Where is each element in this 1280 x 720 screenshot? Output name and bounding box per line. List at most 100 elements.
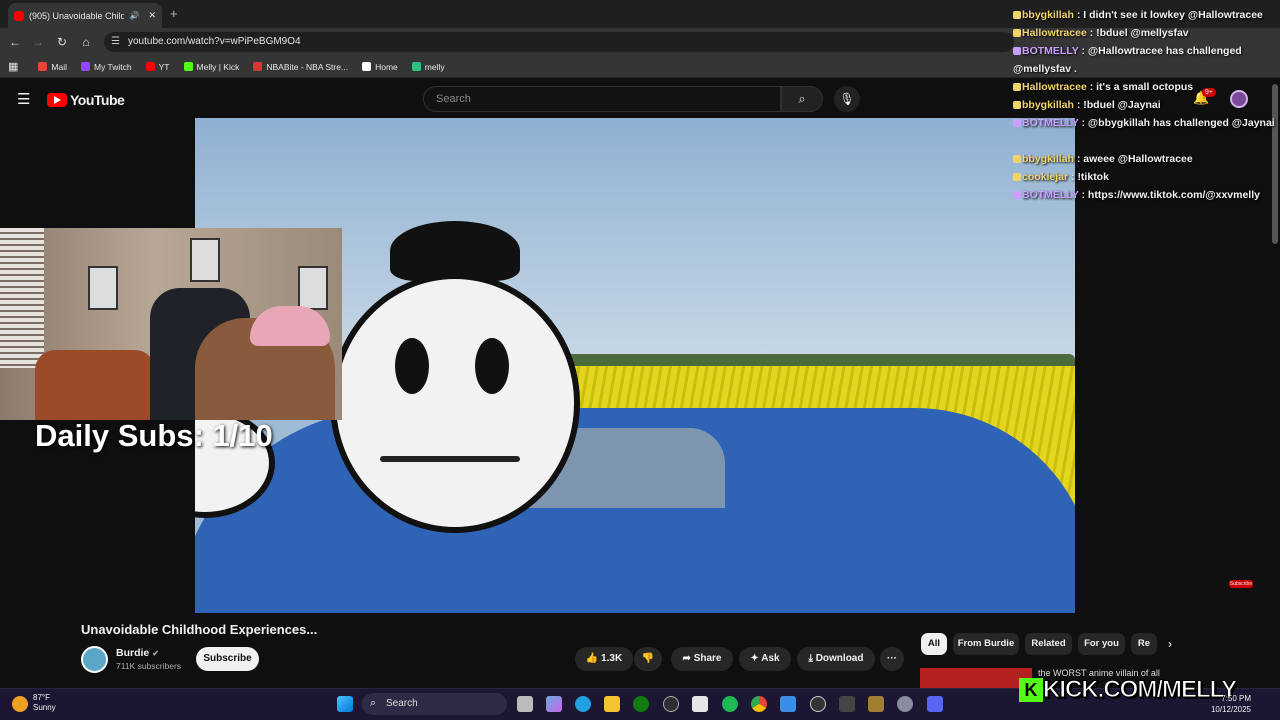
chat-text: : https://www.tiktok.com/@xxvmelly [1078, 189, 1260, 201]
app-gallery-icon[interactable] [868, 696, 884, 712]
webcam-pink-bonnet [250, 306, 330, 346]
channel-avatar[interactable] [81, 646, 108, 673]
tab-audio-icon[interactable]: 🔊 [129, 11, 139, 20]
webcam-poster [88, 266, 118, 310]
cartoon-hair [390, 221, 520, 281]
search-input[interactable]: Search [423, 86, 781, 112]
streamer-webcam [0, 228, 342, 420]
webcam-couch [35, 350, 155, 420]
chat-username: Hallowtracee [1022, 27, 1087, 39]
spotify-icon[interactable] [722, 696, 738, 712]
related-video-thumbnail[interactable] [920, 668, 1032, 690]
bookmark-melly[interactable]: melly [411, 62, 445, 72]
home-icon[interactable]: ⌂ [75, 35, 97, 49]
obs-icon[interactable] [663, 696, 679, 712]
browser-tab[interactable]: (905) Unavoidable Childhoo 🔊 ✕ [8, 3, 162, 28]
task-view-icon[interactable] [517, 696, 533, 712]
youtube-play-icon [47, 93, 67, 107]
chat-message: BOTMELLY : https://www.tiktok.com/@xxvme… [1013, 186, 1280, 204]
daily-subs-overlay: Daily Subs: 1/10 [35, 418, 273, 453]
chat-username: cookiejar [1022, 171, 1069, 183]
photos-icon[interactable] [780, 696, 796, 712]
chip-from-burdie[interactable]: From Burdie [953, 633, 1019, 655]
tab-title: (905) Unavoidable Childhoo [29, 10, 125, 21]
weather-sun-icon[interactable] [12, 696, 28, 712]
app-arrow-icon[interactable] [839, 696, 855, 712]
chat-badge-icon [1013, 29, 1021, 38]
search-icon: ⌕ [798, 91, 806, 106]
windows-start-icon[interactable] [337, 696, 353, 712]
search-button[interactable]: ⌕ [781, 86, 823, 112]
apps-grid-icon[interactable]: ▦ [8, 60, 18, 73]
thumbs-up-icon: 👍 [585, 653, 599, 664]
chat-username: BOTMELLY [1022, 117, 1079, 129]
edge-icon[interactable] [575, 696, 591, 712]
thumbs-down-icon: 👎 [641, 653, 655, 664]
weather-widget[interactable]: 87°F Sunny [33, 693, 56, 713]
bookmark-my-twitch[interactable]: My Twitch [81, 62, 132, 72]
chat-badge-icon [1013, 47, 1021, 56]
store-icon[interactable] [692, 696, 708, 712]
discord-icon[interactable] [927, 696, 943, 712]
chat-username: bbygkillah [1022, 153, 1074, 165]
forward-arrow-icon[interactable]: → [27, 35, 49, 49]
back-arrow-icon[interactable]: ← [4, 35, 26, 49]
settings-gear-icon[interactable] [897, 696, 913, 712]
hamburger-menu-icon[interactable]: ☰ [17, 90, 30, 108]
chat-badge-icon [1013, 173, 1021, 182]
verified-check-icon: ✔ [152, 649, 159, 658]
youtube-logo[interactable]: YouTube [47, 92, 125, 108]
new-tab-button[interactable]: + [170, 6, 178, 21]
chat-text: : it's a small octopus [1086, 81, 1194, 93]
copilot-icon[interactable] [546, 696, 562, 712]
reload-icon[interactable]: ↻ [51, 35, 73, 49]
taskbar-search[interactable]: Search [362, 693, 507, 715]
cartoon-face [330, 273, 580, 533]
chat-text: : !tiktok [1068, 171, 1109, 183]
media-player-icon[interactable] [810, 696, 826, 712]
like-button[interactable]: 👍 1.3K [575, 647, 633, 671]
chip-re[interactable]: Re [1131, 633, 1157, 655]
chat-badge-icon [1013, 101, 1021, 110]
voice-search-button[interactable]: 🎙 [834, 86, 860, 112]
chip-for-you[interactable]: For you [1078, 633, 1125, 655]
bookmark-melly-kick[interactable]: Melly | Kick [183, 62, 239, 72]
bookmark-mail[interactable]: Mail [38, 62, 67, 72]
chat-text: : @bbygkillah has challenged @Jaynai [1078, 117, 1275, 129]
site-info-icon[interactable]: ☰ [111, 36, 120, 47]
url-input[interactable]: youtube.com/watch?v=wPiPeBGM9O4 [104, 32, 1014, 52]
chip-related[interactable]: Related [1025, 633, 1072, 655]
chat-message: Hallowtracee : !bduel @mellysfav [1013, 24, 1280, 42]
file-explorer-icon[interactable] [604, 696, 620, 712]
chat-badge-icon [1013, 119, 1021, 128]
video-subscribe-watermark[interactable]: Subscribe [1229, 580, 1253, 588]
chat-text: @mellysfav . [1013, 63, 1077, 75]
bookmark-home[interactable]: Home [362, 62, 398, 72]
chrome-icon[interactable] [751, 696, 767, 712]
chat-username: bbygkillah [1022, 9, 1074, 21]
webcam-window-blinds [0, 228, 44, 368]
cartoon-left-eye [395, 338, 429, 394]
dislike-button[interactable]: 👎 [634, 647, 662, 671]
chip-all[interactable]: All [921, 633, 947, 655]
share-arrow-icon: ➦ [682, 653, 691, 664]
kick-icon [183, 62, 193, 71]
subscribe-button[interactable]: Subscribe [196, 647, 259, 671]
bookmark-yt[interactable]: YT [145, 62, 170, 72]
taskbar-clock[interactable]: 7:50 PM 10/12/2025 [1203, 693, 1251, 715]
chat-text: : !bduel @Jaynai [1073, 99, 1161, 111]
tab-close-icon[interactable]: ✕ [148, 10, 156, 21]
cartoon-right-eye [475, 338, 509, 394]
xbox-icon[interactable] [633, 696, 649, 712]
taskbar-search-icon: ⌕ [370, 697, 377, 709]
bookmark-nbabite[interactable]: NBABite - NBA Stre... [253, 62, 348, 72]
share-button[interactable]: ➦ Share [671, 647, 733, 671]
download-button[interactable]: ⤓ Download [797, 647, 875, 671]
more-actions-button[interactable]: ··· [880, 647, 904, 671]
chips-next-chevron-icon[interactable]: › [1168, 637, 1172, 651]
cartoon-mouth [380, 456, 520, 462]
chat-badge-icon [1013, 83, 1021, 92]
chat-text: : aweee @Hallowtracee [1073, 153, 1193, 165]
channel-name[interactable]: Burdie ✔ [116, 647, 159, 659]
ask-button[interactable]: ✦ Ask [739, 647, 791, 671]
